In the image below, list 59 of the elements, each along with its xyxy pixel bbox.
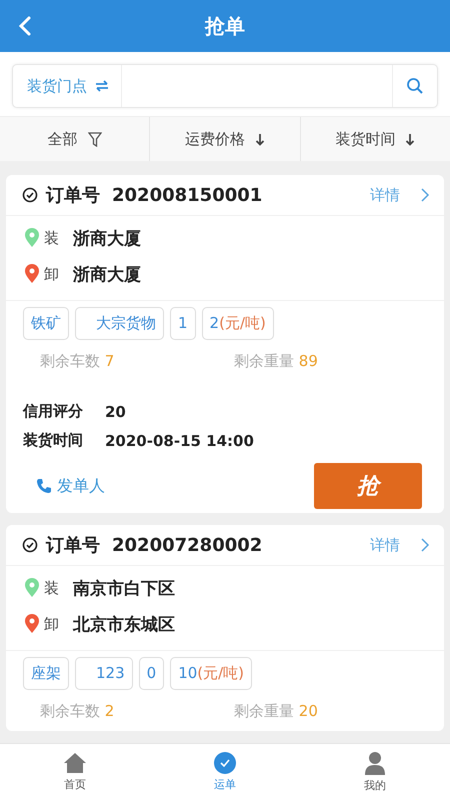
contact-link[interactable]: 发单人	[36, 476, 105, 496]
order-label: 订单号	[46, 184, 100, 207]
credit-label: 信用评分	[23, 402, 84, 421]
cargo-tag: 大宗货物	[75, 307, 164, 340]
check-circle-icon	[22, 187, 38, 203]
swap-icon	[95, 80, 109, 92]
pin-icon	[24, 578, 40, 598]
order-number: 202008150001	[112, 184, 264, 206]
sort-down-icon	[405, 132, 416, 146]
search-icon[interactable]	[406, 77, 424, 95]
loading-time: 2020-08-15 14:00	[105, 432, 254, 450]
unload-address: 浙商大厦	[73, 264, 141, 286]
credit-score: 20	[105, 402, 126, 420]
person-icon	[364, 751, 386, 775]
tab-item[interactable]: 首页	[0, 744, 150, 800]
unload-address: 北京市东城区	[73, 614, 175, 636]
remaining-trucks: 剩余车数 2	[40, 702, 116, 721]
filter-tab[interactable]: 全部	[0, 117, 150, 161]
time-label: 装货时间	[23, 431, 84, 450]
remaining-weight: 剩余重量 89	[234, 352, 319, 371]
sort-down-icon	[254, 132, 265, 146]
load-address: 浙商大厦	[73, 228, 141, 250]
pin-icon	[24, 614, 40, 634]
detail-link[interactable]: 详情	[370, 536, 400, 554]
sender-label[interactable]: 发单人	[57, 476, 105, 496]
cargo-tag: 座架	[23, 657, 69, 690]
grab-button[interactable]: 抢	[314, 463, 422, 509]
order-label: 订单号	[46, 534, 100, 557]
cargo-tag: 123	[75, 657, 133, 690]
filter-tab[interactable]: 装货时间	[300, 117, 450, 161]
load-address: 南京市白下区	[73, 578, 175, 600]
remaining-weight: 剩余重量 20	[234, 702, 319, 721]
remaining-trucks: 剩余车数 7	[40, 352, 116, 371]
search-field[interactable]: 装货门点	[12, 64, 438, 108]
order-number: 202007280002	[112, 534, 264, 556]
filter-icon	[88, 132, 102, 146]
phone-icon	[36, 478, 52, 494]
cargo-tag: 铁矿	[23, 307, 69, 340]
cargo-tag: 1	[170, 307, 196, 340]
cargo-tag: 0	[138, 657, 164, 690]
chevron-right-icon[interactable]	[420, 537, 430, 553]
tab-item[interactable]: 我的	[300, 744, 450, 800]
load-label: 装	[44, 228, 59, 248]
load-label: 装	[44, 578, 59, 598]
tab-item[interactable]: 运单	[150, 744, 300, 800]
chevron-right-icon[interactable]	[420, 187, 430, 203]
pin-icon	[24, 228, 40, 248]
filter-tab[interactable]: 运费价格	[149, 117, 300, 161]
check-circle-icon	[214, 752, 236, 774]
detail-link[interactable]: 详情	[370, 186, 400, 204]
unload-label: 卸	[44, 614, 59, 634]
back-icon[interactable]	[18, 15, 32, 37]
pin-icon	[24, 264, 40, 284]
price-tag: 2(元/吨)	[202, 307, 274, 340]
price-tag: 10(元/吨)	[170, 657, 252, 690]
home-icon	[63, 752, 87, 774]
check-circle-icon	[22, 537, 38, 553]
page-title: 抢单	[205, 12, 245, 40]
unload-label: 卸	[44, 264, 59, 284]
